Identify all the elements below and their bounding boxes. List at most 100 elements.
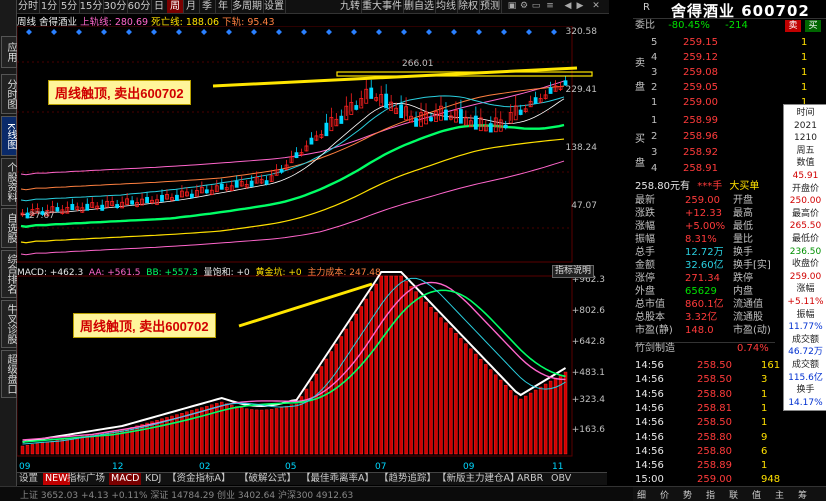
tab-macd[interactable]: MACD xyxy=(109,473,142,485)
candle-body xyxy=(249,180,254,187)
buy-level-row[interactable]: 4 258.91 1 xyxy=(651,163,807,175)
gear-icon[interactable]: ⚙ xyxy=(519,1,529,11)
macd-bar xyxy=(509,390,513,455)
tooltip-row: 收盘价 xyxy=(791,259,819,270)
period-multi[interactable]: 多周期 xyxy=(231,0,264,13)
macd-bar xyxy=(264,409,269,455)
candle-body xyxy=(115,204,120,209)
close-icon[interactable]: ✕ xyxy=(591,1,601,11)
sidebar-item-stock-profile[interactable]: 个股资料 xyxy=(1,158,17,206)
panel-tab[interactable]: 值 xyxy=(752,488,761,501)
panel-tab[interactable]: 细 xyxy=(637,488,646,501)
tab-fund-indicator[interactable]: 【资金指标A】 xyxy=(167,473,231,485)
panel-tab[interactable]: 价 xyxy=(660,488,669,501)
panel-tab[interactable]: 筹 xyxy=(798,488,807,501)
tooltip-row: 236.50 xyxy=(789,246,822,257)
remove-watchlist-button[interactable]: 删自选 xyxy=(403,0,436,13)
sidebar-item-watchlist[interactable]: 自选股 xyxy=(1,208,17,248)
new-badge: NEW xyxy=(43,473,70,485)
sell-level-row[interactable]: 5 259.15 1 xyxy=(651,37,807,49)
period-day[interactable]: 日 xyxy=(151,0,168,13)
period-season[interactable]: 季 xyxy=(199,0,216,13)
tab-kdj[interactable]: KDJ xyxy=(145,473,161,485)
signal-diamond xyxy=(276,29,282,35)
macd-bar xyxy=(479,359,483,455)
panel-tab[interactable]: 指 xyxy=(706,488,715,501)
period-30min[interactable]: 30分 xyxy=(103,0,128,13)
period-60min[interactable]: 60分 xyxy=(127,0,152,13)
stat-value: 12.72万 xyxy=(685,247,724,258)
period-month[interactable]: 月 xyxy=(183,0,200,13)
tick-time: 14:56 xyxy=(635,417,664,429)
sell-level-row[interactable]: 2 259.05 1 xyxy=(651,82,807,94)
period-5min[interactable]: 5分 xyxy=(59,0,80,13)
window-icon[interactable]: ▭ xyxy=(531,1,541,11)
ex-right-button[interactable]: 除权 xyxy=(457,0,480,13)
sell-level-row[interactable]: 3 259.08 1 xyxy=(651,67,807,79)
macd-bar xyxy=(434,312,438,455)
x-label: 12 xyxy=(112,462,123,472)
sidebar-item-super-board[interactable]: 超级盘口 xyxy=(1,350,17,398)
buy-level-row[interactable]: 1 258.99 1 xyxy=(651,115,807,127)
period-year[interactable]: 年 xyxy=(215,0,232,13)
tab-trend[interactable]: 【趋势追踪】 xyxy=(379,473,436,485)
candle-body xyxy=(518,109,523,115)
sell-level-row[interactable]: 4 259.12 1 xyxy=(651,52,807,64)
tick-price: 258.50 xyxy=(697,360,732,371)
panel-tab[interactable]: 主 xyxy=(775,488,784,501)
sidebar-item-diagnosis[interactable]: 牛叉诊股 xyxy=(1,300,17,348)
macd-bar xyxy=(514,395,518,455)
buy-button[interactable]: 买 xyxy=(805,20,821,32)
ma-button[interactable]: 均线 xyxy=(435,0,458,13)
tab-obv[interactable]: OBV xyxy=(551,473,571,485)
tab-settings[interactable]: 设置 xyxy=(19,473,38,485)
major-events-button[interactable]: 重大事件 xyxy=(361,0,404,13)
tab-main-position[interactable]: 【新版主力建仓A】 xyxy=(437,473,520,485)
square-icon[interactable]: ▣ xyxy=(507,1,517,11)
macd-bar xyxy=(528,392,533,455)
tab-arbr[interactable]: ARBR xyxy=(517,473,543,485)
level-volume: 1 xyxy=(801,82,808,93)
period-timeshare[interactable]: 分时 xyxy=(17,0,40,13)
stat-row: 最新 259.00 开盘 xyxy=(635,195,753,207)
sidebar-item-kline[interactable]: K线图 xyxy=(1,116,17,156)
nine-turn-button[interactable]: 九转 xyxy=(339,0,362,13)
tab-bias[interactable]: 【最佳乖离率A】 xyxy=(301,473,374,485)
x-label: 05 xyxy=(285,462,296,472)
macd-bar xyxy=(239,407,244,455)
next-icon[interactable]: ▶ xyxy=(575,1,585,11)
period-1min[interactable]: 1分 xyxy=(39,0,60,13)
stat-label: 换手[实] xyxy=(733,260,771,271)
tab-indicator-square[interactable]: 指标广场 xyxy=(67,473,105,485)
panel-tab[interactable]: 联 xyxy=(729,488,738,501)
tab-crack-formula[interactable]: 【破解公式】 xyxy=(239,473,296,485)
stat-label: 外盘 xyxy=(635,286,655,297)
prev-icon[interactable]: ◀ xyxy=(563,1,573,11)
stat-label: 涨幅 xyxy=(635,221,655,232)
tick-row: 14:56 258.50 1 xyxy=(635,417,767,429)
buy-level-row[interactable]: 3 258.92 1 xyxy=(651,147,807,159)
forecast-button[interactable]: 预测 xyxy=(479,0,502,13)
buy-level-row[interactable]: 2 258.96 1 xyxy=(651,131,807,143)
indicator-help-button[interactable]: 指标说明 xyxy=(552,265,594,278)
tick-row: 14:56 258.50 3 xyxy=(635,374,767,386)
settings-button[interactable]: 设置 xyxy=(263,0,286,13)
sell-button[interactable]: 卖 xyxy=(785,20,801,32)
code-prefix: R xyxy=(643,2,650,13)
tick-volume: 1 xyxy=(761,388,768,400)
sidebar-item-apps[interactable]: 应用 xyxy=(1,36,17,68)
macd-bar xyxy=(314,373,319,455)
sell-level-row[interactable]: 1 259.00 1 xyxy=(651,97,807,109)
macd-bar xyxy=(464,343,468,455)
panel-tab[interactable]: 势 xyxy=(683,488,692,501)
signal-diamond xyxy=(126,29,132,35)
period-week[interactable]: 周 xyxy=(167,0,184,13)
macd-bar xyxy=(289,404,294,455)
more-icon[interactable]: ≡ xyxy=(545,1,555,11)
macd-bar xyxy=(484,364,488,455)
stat-label: 总股本 xyxy=(635,312,665,323)
main-cost-value: 主力成本: 247.48 xyxy=(307,268,381,278)
sidebar-item-ranking[interactable]: 综合排名 xyxy=(1,250,17,298)
sidebar-item-timeshare[interactable]: 分时图 xyxy=(1,74,17,114)
period-15min[interactable]: 15分 xyxy=(79,0,104,13)
